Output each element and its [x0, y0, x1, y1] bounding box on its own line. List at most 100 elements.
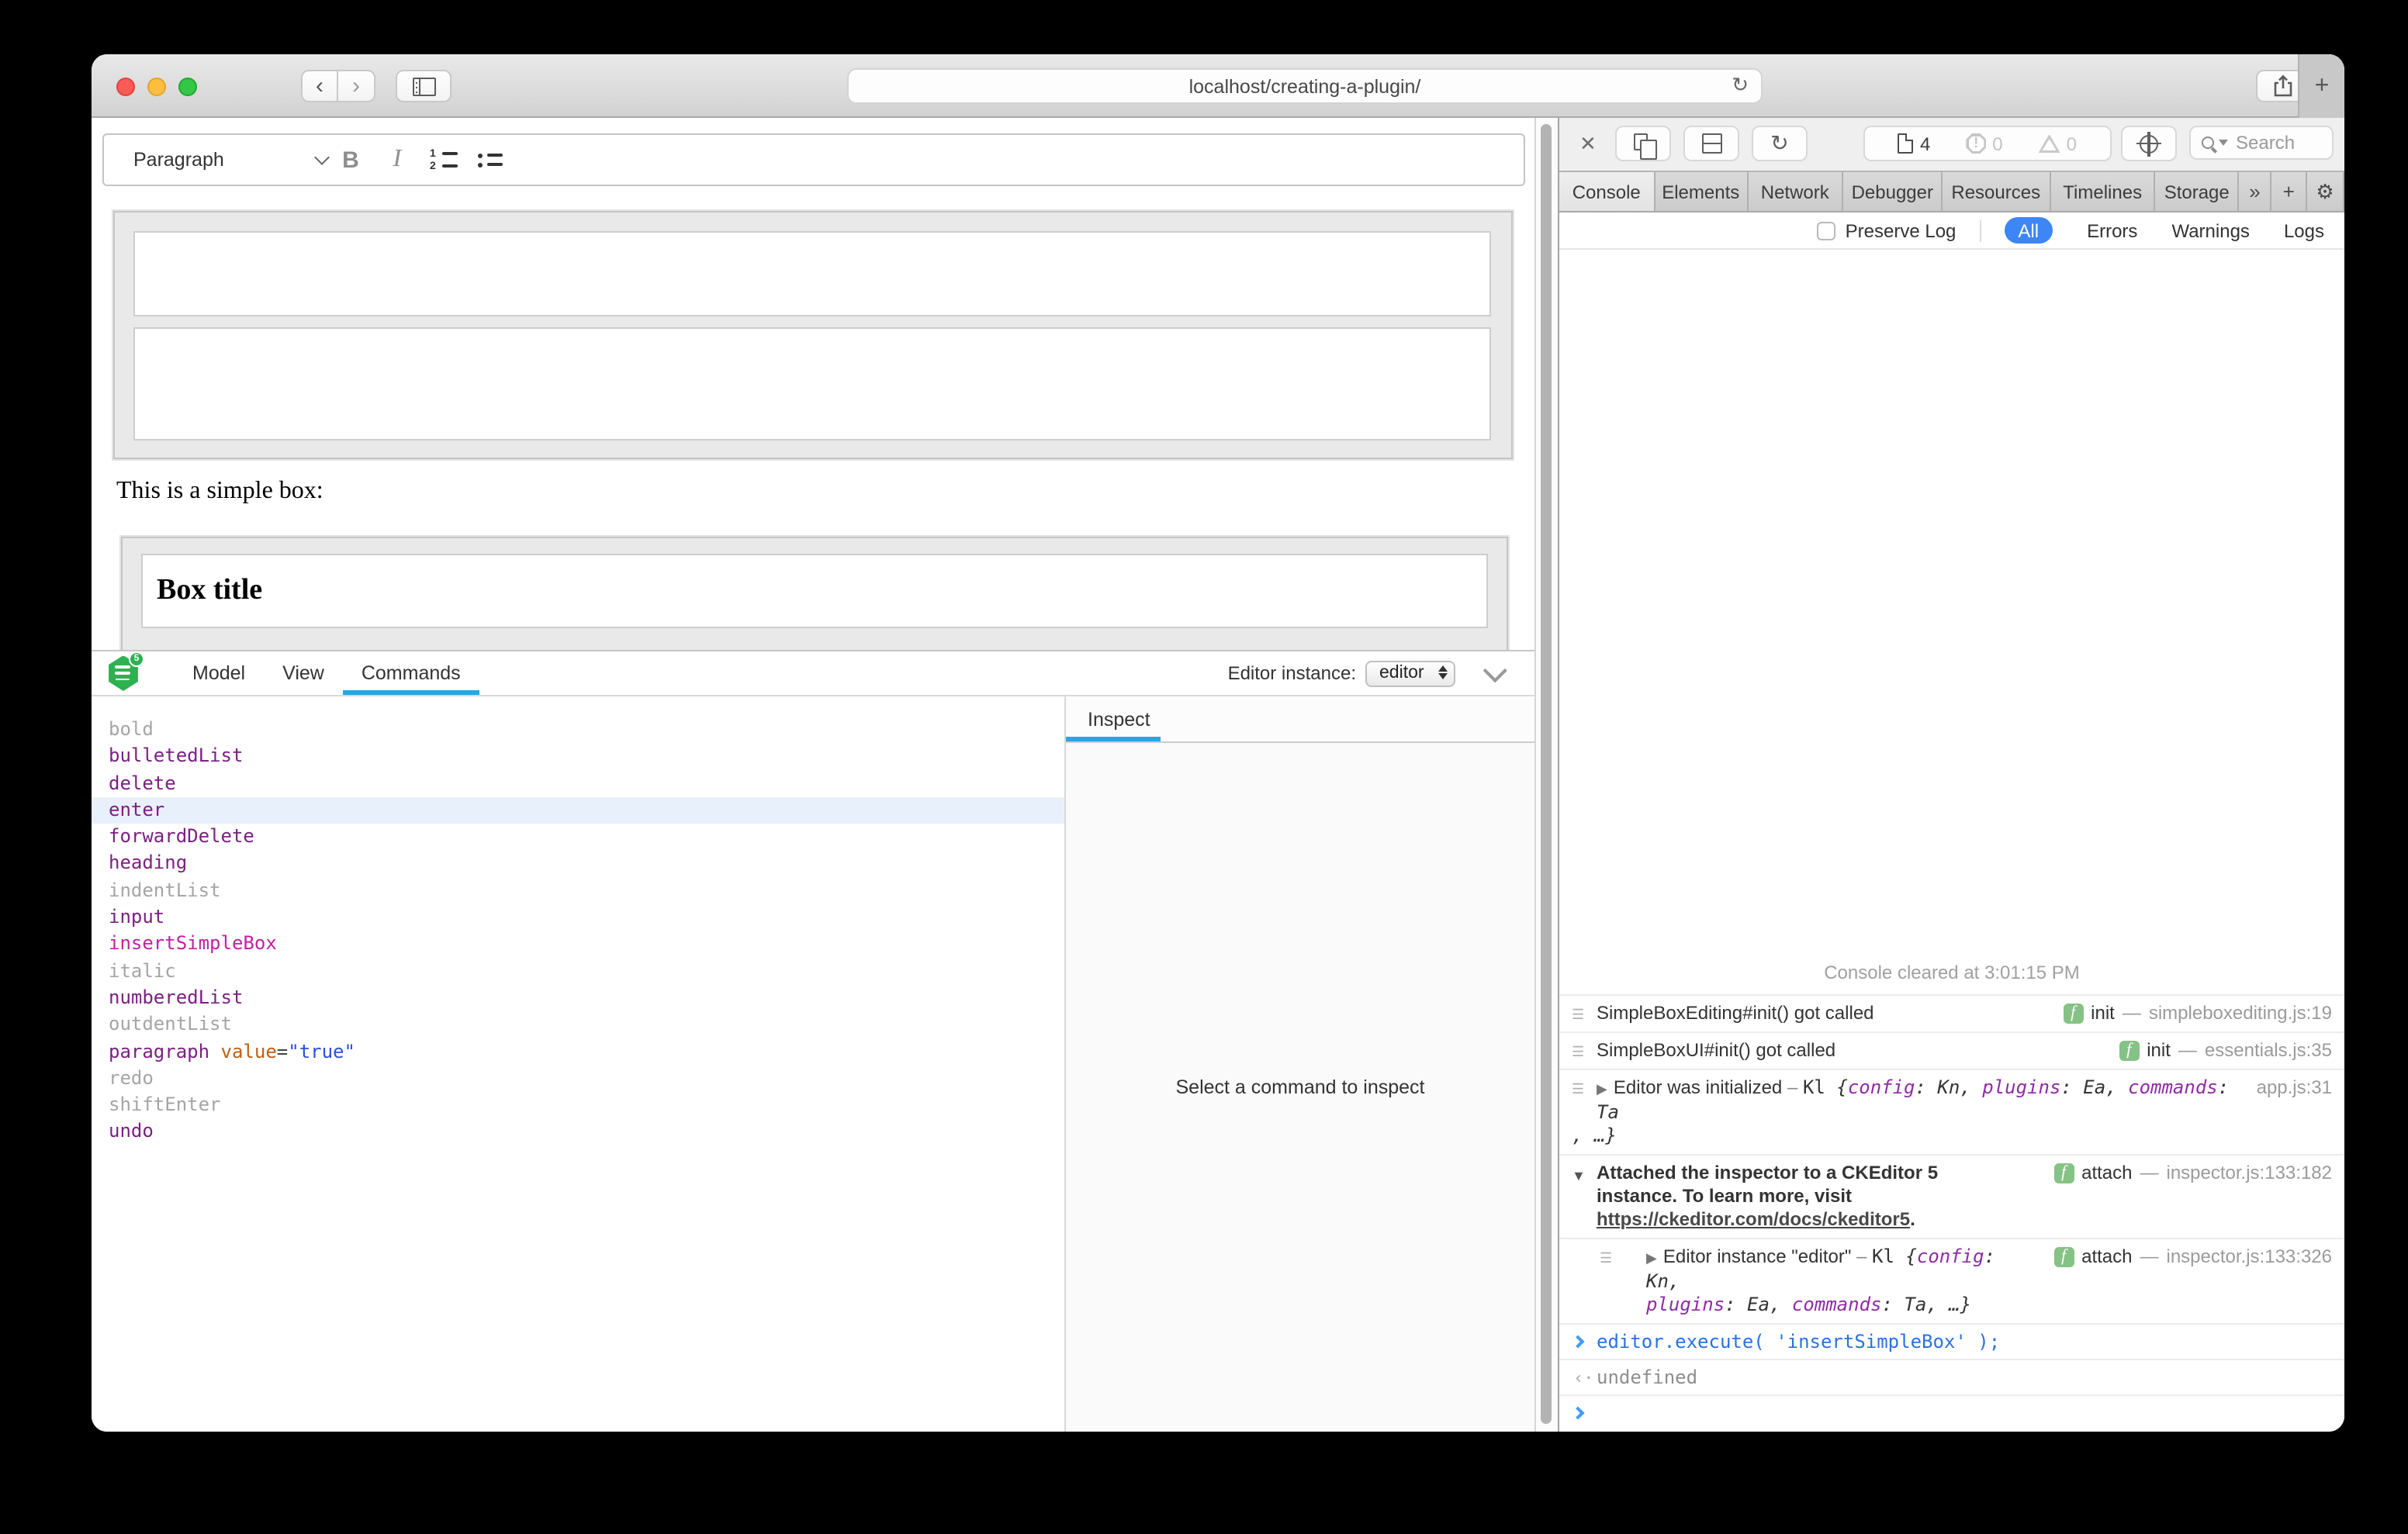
warning-count-badge: 0: [2039, 133, 2077, 154]
reload-page-button[interactable]: ↻: [1752, 126, 1808, 161]
devtools-tab-console[interactable]: Console: [1559, 172, 1656, 211]
devtools-tab-network[interactable]: Network: [1748, 172, 1844, 211]
command-item-forwardDelete[interactable]: forwardDelete: [92, 824, 1064, 851]
console-message[interactable]: ☰app.js:31▶Editor was initialized – Kl {…: [1559, 1069, 2344, 1154]
add-tab-button[interactable]: +: [2271, 172, 2307, 211]
zoom-window-button[interactable]: [178, 78, 197, 96]
preserve-log-checkbox[interactable]: [1818, 221, 1836, 240]
bulleted-list-icon: [478, 153, 503, 167]
result-arrow-icon: ‹·: [1573, 1368, 1594, 1388]
expand-triangle-icon[interactable]: ▶: [1646, 1250, 1657, 1266]
heading-dropdown-label: Paragraph: [133, 149, 224, 171]
element-picker-button[interactable]: [2121, 126, 2177, 161]
command-item-input[interactable]: input: [92, 904, 1064, 931]
message-source[interactable]: fattach—inspector.js:133:326: [2053, 1246, 2332, 1269]
inspector-tab-commands[interactable]: Commands: [343, 651, 479, 695]
tab-inspect[interactable]: Inspect: [1066, 708, 1150, 730]
console-message[interactable]: ☰fattach—inspector.js:133:326▶Editor ins…: [1559, 1238, 2344, 1323]
console-prompt[interactable]: [1559, 1394, 2344, 1432]
scrollbar-thumb[interactable]: [1541, 124, 1552, 1424]
empty-state-message: Select a command to inspect: [1066, 743, 1534, 1432]
command-item-italic[interactable]: italic: [92, 958, 1064, 985]
settings-gear-button[interactable]: ⚙: [2307, 172, 2344, 211]
simple-box-description-field[interactable]: [133, 327, 1491, 441]
function-badge-icon: f: [2053, 1163, 2074, 1183]
devtools-tab-timelines[interactable]: Timelines: [2050, 172, 2155, 211]
inspector-controls: Editor instance: editor: [1228, 660, 1500, 686]
expand-triangle-icon[interactable]: ▶: [1597, 1081, 1607, 1097]
devtools-tab-resources[interactable]: Resources: [1943, 172, 2050, 211]
command-item-outdentList[interactable]: outdentList: [92, 1012, 1064, 1039]
command-item-redo[interactable]: redo: [92, 1066, 1064, 1093]
italic-button[interactable]: I: [374, 138, 420, 181]
console-input-echo[interactable]: editor.execute( 'insertSimpleBox' );: [1559, 1323, 2344, 1359]
tab-overflow-chevrons-button[interactable]: »: [2240, 172, 2272, 211]
command-item-paragraph[interactable]: paragraph value="true": [92, 1038, 1064, 1066]
select-arrows-icon: [1438, 665, 1448, 679]
filter-all[interactable]: All: [2004, 217, 2053, 244]
resource-badges[interactable]: 4 0 0: [1863, 126, 2112, 161]
sidebar-button[interactable]: [396, 70, 452, 102]
bulleted-list-button[interactable]: [467, 138, 514, 181]
new-tab-button[interactable]: +: [2298, 54, 2344, 118]
heading-dropdown[interactable]: Paragraph: [133, 149, 327, 171]
numbered-list-icon: 1 2: [430, 150, 458, 170]
message-source[interactable]: fattach—inspector.js:133:182: [2053, 1162, 2332, 1185]
screen: ‹ › localhost/creating-a-plugin/ ↻ +: [0, 0, 2408, 1534]
collapse-inspector-icon[interactable]: [1483, 658, 1507, 682]
message-source[interactable]: finit—essentials.js:35: [2119, 1039, 2332, 1062]
paragraph-text[interactable]: This is a simple box:: [116, 478, 323, 506]
browser-titlebar: ‹ › localhost/creating-a-plugin/ ↻ +: [92, 54, 2344, 118]
numbered-list-button[interactable]: 1 2: [420, 138, 467, 181]
filter-logs[interactable]: Logs: [2284, 219, 2324, 241]
forward-button[interactable]: ›: [338, 70, 375, 102]
inspector-tab-model[interactable]: Model: [174, 651, 264, 695]
close-window-button[interactable]: [116, 78, 135, 96]
address-bar[interactable]: localhost/creating-a-plugin/ ↻: [847, 68, 1763, 104]
command-item-shiftEnter[interactable]: shiftEnter: [92, 1092, 1064, 1119]
search-input[interactable]: Search: [2189, 126, 2334, 160]
command-item-bold[interactable]: bold: [92, 717, 1064, 744]
prompt-chevron-icon: [1572, 1407, 1585, 1420]
message-source[interactable]: app.js:31: [2257, 1076, 2332, 1100]
reload-icon[interactable]: ↻: [1732, 73, 1749, 98]
back-button[interactable]: ‹: [301, 70, 338, 102]
document-icon: [1898, 133, 1914, 154]
command-item-delete[interactable]: delete: [92, 770, 1064, 797]
command-item-indentList[interactable]: indentList: [92, 878, 1064, 905]
devtools-tab-storage[interactable]: Storage: [2156, 172, 2240, 211]
editor-toolbar: Paragraph B I 1 2: [102, 133, 1525, 186]
editor-instance-select[interactable]: editor: [1365, 660, 1455, 686]
close-inspector-button[interactable]: ✕: [1579, 132, 1597, 157]
settings-gear-icon: ⚙: [2316, 179, 2334, 204]
devtools-tab-elements[interactable]: Elements: [1656, 172, 1749, 211]
command-item-undo[interactable]: undo: [92, 1119, 1064, 1146]
message-source[interactable]: finit—simpleboxediting.js:19: [2063, 1002, 2332, 1025]
bold-button[interactable]: B: [327, 138, 374, 181]
filter-warnings[interactable]: Warnings: [2171, 219, 2250, 241]
page-scrollbar[interactable]: [1534, 118, 1558, 1432]
command-item-enter[interactable]: enter: [92, 797, 1064, 824]
function-badge-icon: f: [2119, 1041, 2139, 1061]
command-item-heading[interactable]: heading: [92, 851, 1064, 878]
inspector-tab-view[interactable]: View: [264, 651, 343, 695]
simple-box-title-field[interactable]: [133, 231, 1491, 316]
split-console-button[interactable]: [1683, 126, 1739, 161]
console-message[interactable]: fattach—inspector.js:133:182▼Attached th…: [1559, 1154, 2344, 1238]
command-item-bulletedList[interactable]: bulletedList: [92, 744, 1064, 771]
minimize-window-button[interactable]: [147, 78, 166, 96]
command-item-numberedList[interactable]: numberedList: [92, 985, 1064, 1012]
command-item-insertSimpleBox[interactable]: insertSimpleBox: [92, 931, 1064, 959]
web-inspector: ✕ ↻ 4 0 0: [1558, 118, 2344, 1432]
divider: [1979, 219, 1981, 241]
crosshair-icon: [2140, 134, 2158, 153]
console-message: ☰finit—simpleboxediting.js:19SimpleBoxEd…: [1559, 994, 2344, 1031]
share-icon: [2272, 74, 2292, 98]
devtools-tab-debugger[interactable]: Debugger: [1844, 172, 1943, 211]
dock-side-button[interactable]: [1615, 126, 1671, 161]
simple-box-title-field[interactable]: Box title: [141, 554, 1488, 628]
filter-errors[interactable]: Errors: [2087, 219, 2137, 241]
simple-box-widget-selected[interactable]: [113, 211, 1513, 459]
collapse-triangle-icon[interactable]: ▼: [1572, 1165, 1586, 1188]
forward-icon: ›: [352, 73, 360, 99]
